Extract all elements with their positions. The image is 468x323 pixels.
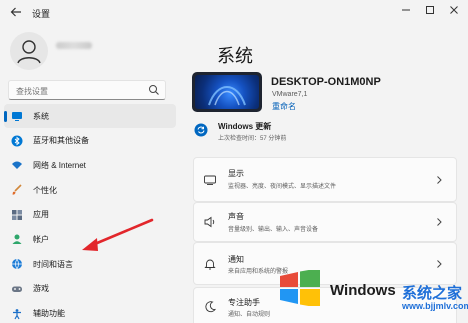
bell-icon <box>204 259 216 269</box>
sidebar-item-label: 个性化 <box>33 185 57 195</box>
minimize-button[interactable] <box>396 2 416 18</box>
rename-link[interactable]: 重命名 <box>272 101 296 112</box>
person-icon <box>17 40 41 64</box>
sidebar-item-network[interactable]: 网络 & Internet <box>4 153 176 177</box>
bluetooth-icon <box>11 135 23 147</box>
speaker-icon <box>204 216 215 228</box>
page-title: 系统 <box>217 46 253 66</box>
sidebar-item-apps[interactable]: 应用 <box>4 203 176 227</box>
avatar <box>10 32 48 70</box>
device-name: DESKTOP-ON1M0NP <box>271 76 381 88</box>
card-title: 专注助手 <box>228 298 260 307</box>
globe-clock-icon <box>11 258 23 270</box>
sidebar-item-label: 游戏 <box>33 284 49 294</box>
wifi-icon <box>11 159 23 171</box>
device-model: VMware7,1 <box>272 91 308 98</box>
sidebar-item-accounts[interactable]: 帐户 <box>4 227 176 251</box>
settings-card-sound[interactable]: 声音 音量级别、输出、输入、声音设备 <box>193 202 457 242</box>
maximize-button[interactable] <box>420 2 440 18</box>
sync-icon <box>194 123 208 137</box>
sidebar-item-time-language[interactable]: 时间和语言 <box>4 252 176 276</box>
update-subtitle: 上次检查时间：57 分钟前 <box>218 136 287 142</box>
search-box[interactable] <box>8 80 166 101</box>
display-icon <box>204 175 216 185</box>
chevron-right-icon <box>437 218 442 226</box>
watermark-cn: 系统之家 <box>402 285 463 302</box>
apps-icon <box>11 209 23 221</box>
card-subtitle: 通知、自动规则 <box>228 312 271 318</box>
wallpaper-image <box>195 75 259 109</box>
sidebar-item-accessibility[interactable]: 辅助功能 <box>4 302 176 323</box>
moon-icon <box>205 301 216 313</box>
back-arrow-icon[interactable] <box>9 5 23 19</box>
watermark: Windows 系统之家 www.bjjmlv.com <box>272 264 468 323</box>
sidebar-item-label: 帐户 <box>33 234 49 244</box>
settings-card-display[interactable]: 显示 监视器、亮度、夜间模式、显示描述文件 <box>193 157 457 202</box>
person-icon <box>11 233 23 245</box>
brush-icon <box>11 184 23 196</box>
card-subtitle: 音量级别、输出、输入、声音设备 <box>228 227 319 233</box>
sidebar-nav: 系统 蓝牙和其他设备 网络 & Internet 个性化 应用 帐户 时间和语言… <box>4 104 176 323</box>
chevron-right-icon <box>437 175 442 184</box>
close-icon <box>450 6 458 14</box>
sidebar-item-gaming[interactable]: 游戏 <box>4 277 176 301</box>
monitor-icon <box>11 110 23 122</box>
sidebar-item-label: 网络 & Internet <box>33 160 86 170</box>
title-bar: 设置 <box>0 0 468 24</box>
sidebar-item-label: 辅助功能 <box>33 309 65 318</box>
sidebar-item-label: 应用 <box>33 210 49 220</box>
sidebar-item-bluetooth[interactable]: 蓝牙和其他设备 <box>4 129 176 153</box>
close-button[interactable] <box>444 2 464 18</box>
card-title: 声音 <box>228 212 244 221</box>
search-icon[interactable] <box>148 84 160 96</box>
sidebar-item-label: 系统 <box>33 111 49 121</box>
card-subtitle: 监视器、亮度、夜间模式、显示描述文件 <box>228 184 337 190</box>
windows-logo-icon <box>280 270 320 306</box>
search-input[interactable] <box>9 82 139 101</box>
card-title: 显示 <box>228 169 244 178</box>
gamepad-icon <box>11 283 23 295</box>
watermark-url: www.bjjmlv.com <box>402 301 468 311</box>
maximize-icon <box>426 6 434 14</box>
minimize-icon <box>402 9 410 11</box>
accessibility-icon <box>11 308 23 320</box>
card-title: 通知 <box>228 255 244 264</box>
sidebar-item-label: 时间和语言 <box>33 259 73 269</box>
update-title: Windows 更新 <box>218 122 272 131</box>
sidebar-item-system[interactable]: 系统 <box>4 104 176 128</box>
blurred-username <box>56 42 92 49</box>
sidebar-item-personalization[interactable]: 个性化 <box>4 178 176 202</box>
watermark-brand: Windows <box>330 282 396 299</box>
device-thumbnail <box>192 72 262 112</box>
sidebar-item-label: 蓝牙和其他设备 <box>33 136 89 146</box>
window-title: 设置 <box>32 9 51 19</box>
